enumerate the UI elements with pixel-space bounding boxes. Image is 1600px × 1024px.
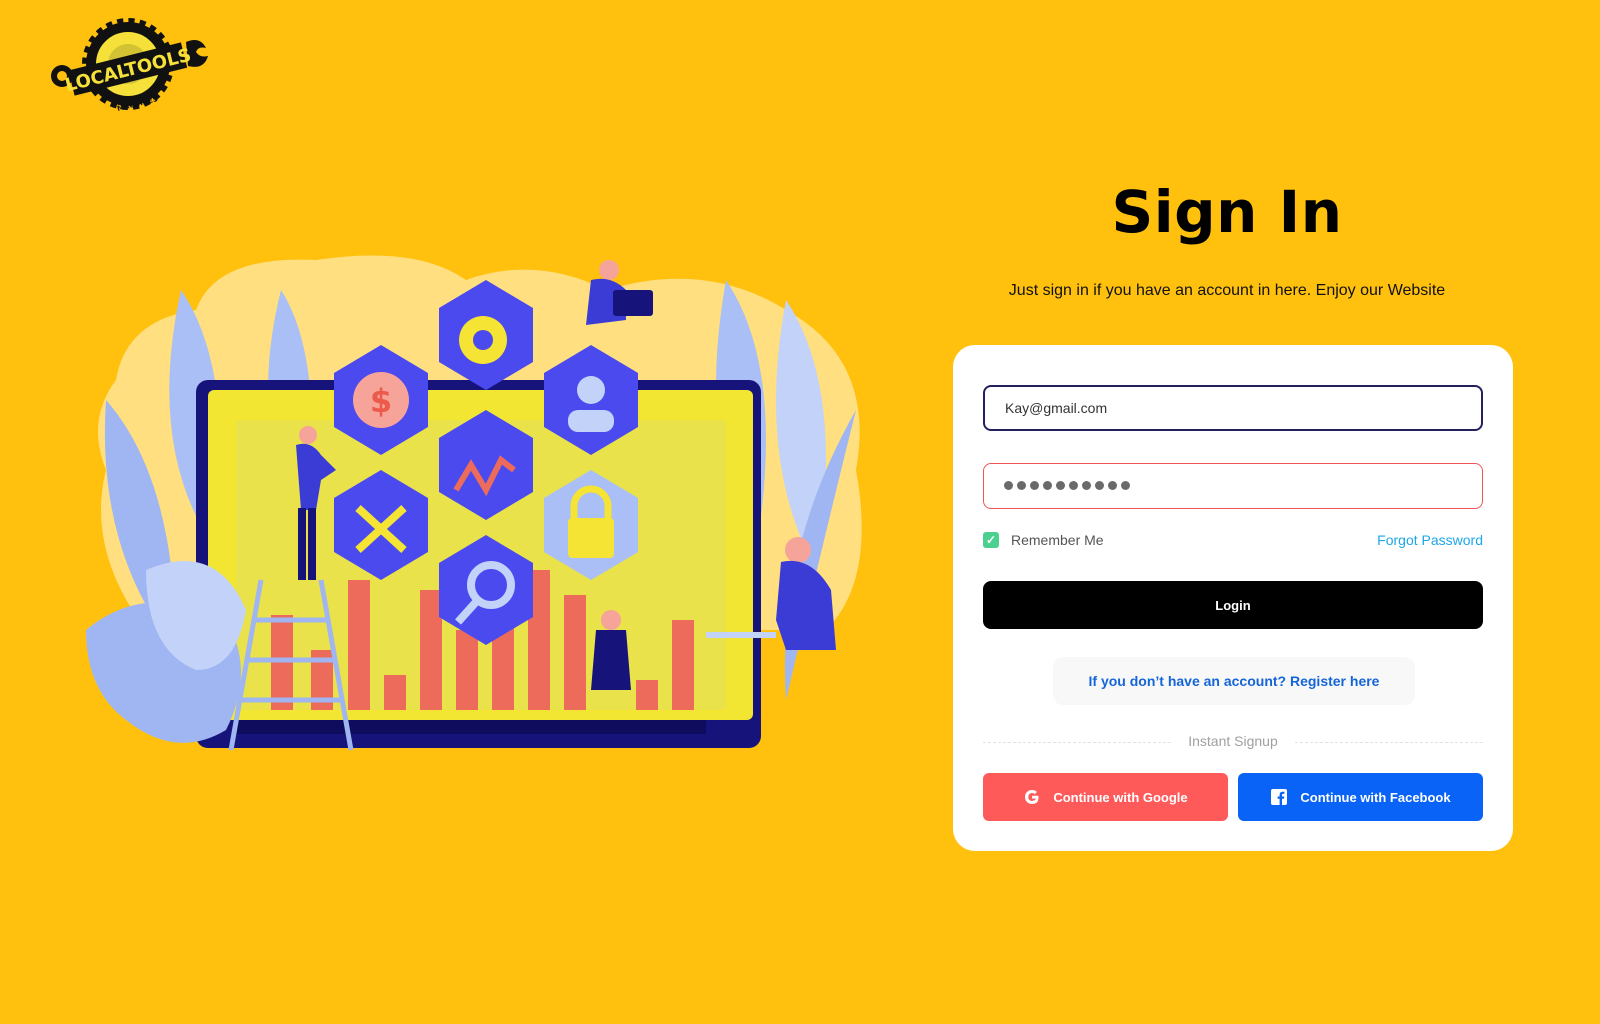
instant-signup-divider: Instant Signup (983, 733, 1483, 753)
password-dot (1004, 481, 1013, 490)
forgot-password-link[interactable]: Forgot Password (1377, 532, 1483, 548)
facebook-icon (1270, 788, 1288, 806)
facebook-label: Continue with Facebook (1300, 789, 1451, 805)
remember-me[interactable]: ✓ Remember Me (983, 532, 1104, 548)
divider-label: Instant Signup (1188, 733, 1278, 749)
password-dot (1082, 481, 1091, 490)
password-dot (1095, 481, 1104, 490)
remember-checkbox[interactable]: ✓ (983, 532, 999, 548)
page-subtitle: Just sign in if you have an account in h… (1008, 282, 1446, 299)
email-value[interactable]: Kay@gmail.com (1005, 400, 1107, 416)
check-icon: ✓ (985, 533, 997, 547)
password-dot (1108, 481, 1117, 490)
password-mask (1004, 477, 1134, 495)
password-dot (1069, 481, 1078, 490)
register-link[interactable]: If you don’t have an account? Register h… (1053, 657, 1415, 705)
remember-label: Remember Me (1011, 532, 1104, 548)
google-signin-button[interactable]: Continue with Google (983, 773, 1228, 821)
login-button[interactable]: Login (983, 581, 1483, 629)
page-title: Sign In (1111, 178, 1343, 246)
password-dot (1030, 481, 1039, 490)
password-dot (1043, 481, 1052, 490)
email-field[interactable]: Kay@gmail.com (983, 385, 1483, 431)
divider-line (1295, 742, 1483, 743)
facebook-signin-button[interactable]: Continue with Facebook (1238, 773, 1483, 821)
password-dot (1056, 481, 1065, 490)
password-field[interactable] (983, 463, 1483, 509)
password-dot (1017, 481, 1026, 490)
hero-illustration: $ (86, 255, 862, 751)
svg-text:$: $ (370, 382, 392, 420)
localtools-logo[interactable]: LOCALTOOLS MACHINES (48, 18, 212, 114)
password-dot (1121, 481, 1130, 490)
signin-card: Kay@gmail.com ✓ Remember Me Forgot Passw… (953, 345, 1513, 851)
google-label: Continue with Google (1053, 789, 1188, 805)
google-icon (1023, 788, 1041, 806)
